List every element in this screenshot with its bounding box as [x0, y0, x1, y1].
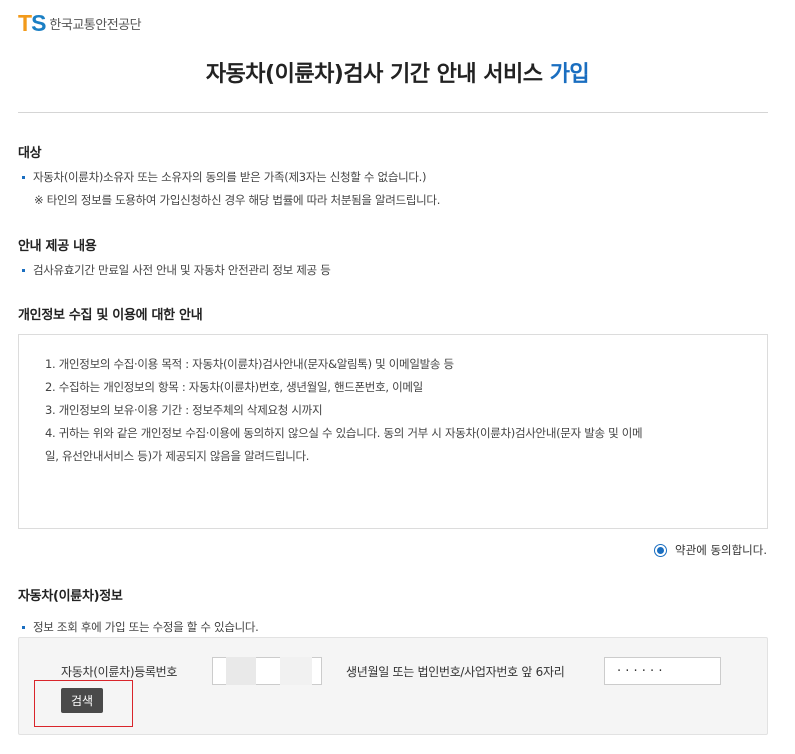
terms-line: 일, 유선안내서비스 등)가 제공되지 않음을 알려드립니다. [45, 449, 310, 463]
terms-line: 2. 수집하는 개인정보의 항목 : 자동차(이륜차)번호, 생년월일, 핸드폰… [45, 380, 423, 394]
logo-letter-t: T [18, 10, 32, 36]
redacted-block [280, 657, 312, 685]
content-bullet-text: 검사유효기간 만료일 사전 안내 및 자동차 안전관리 정보 제공 등 [33, 263, 331, 277]
vehicle-bullet: 정보 조회 후에 가입 또는 수정을 할 수 있습니다. [22, 619, 259, 635]
content-bullet: 검사유효기간 만료일 사전 안내 및 자동차 안전관리 정보 제공 등 [22, 262, 331, 278]
birth-input[interactable]: · · · · · · [604, 657, 721, 685]
terms-line: 3. 개인정보의 보유·이용 기간 : 정보주체의 삭제요청 시까지 [45, 403, 323, 417]
target-bullet-text: 자동차(이륜차)소유자 또는 소유자의 동의를 받은 가족(제3자는 신청할 수… [33, 170, 427, 184]
privacy-terms-box[interactable]: 1. 개인정보의 수집·이용 목적 : 자동차(이륜차)검사안내(문자&알림톡)… [18, 334, 768, 529]
agree-label[interactable]: 약관에 동의합니다. [675, 542, 767, 558]
terms-line: 4. 귀하는 위와 같은 개인정보 수집·이용에 동의하지 않으실 수 있습니다… [45, 426, 643, 440]
redacted-block [226, 657, 256, 685]
logo-letter-s: S [31, 10, 46, 36]
page-title: 자동차(이륜차)검사 기간 안내 서비스 가입 [0, 56, 795, 88]
agree-radio[interactable] [654, 543, 668, 557]
page-title-main: 자동차(이륜차)검사 기간 안내 서비스 [205, 62, 543, 87]
reg-number-label: 자동차(이륜차)등록번호 [61, 665, 178, 679]
logo-mark: TS [18, 10, 46, 36]
title-divider [18, 112, 768, 113]
logo[interactable]: TS 한국교통안전공단 [18, 10, 142, 36]
terms-line: 1. 개인정보의 수집·이용 목적 : 자동차(이륜차)검사안내(문자&알림톡)… [45, 357, 454, 371]
content-heading: 안내 제공 내용 [18, 239, 97, 254]
birth-label: 생년월일 또는 법인번호/사업자번호 앞 6자리 [346, 665, 565, 679]
bullet-dot-icon [22, 268, 25, 272]
logo-text: 한국교통안전공단 [49, 18, 142, 33]
privacy-heading: 개인정보 수집 및 이용에 대한 안내 [18, 308, 203, 323]
page-title-accent: 가입 [549, 62, 590, 87]
target-bullet: 자동차(이륜차)소유자 또는 소유자의 동의를 받은 가족(제3자는 신청할 수… [22, 169, 427, 185]
bullet-dot-icon [22, 175, 25, 179]
target-heading: 대상 [18, 146, 42, 161]
vehicle-heading: 자동차(이륜차)정보 [18, 589, 123, 604]
vehicle-bullet-text: 정보 조회 후에 가입 또는 수정을 할 수 있습니다. [33, 620, 259, 634]
agree-option[interactable]: 약관에 동의합니다. [654, 542, 767, 558]
bullet-dot-icon [22, 625, 25, 629]
target-note: ※ 타인의 정보를 도용하여 가입신청하신 경우 해당 법률에 따라 처분됨을 … [34, 193, 441, 207]
search-button[interactable]: 검색 [61, 688, 103, 713]
